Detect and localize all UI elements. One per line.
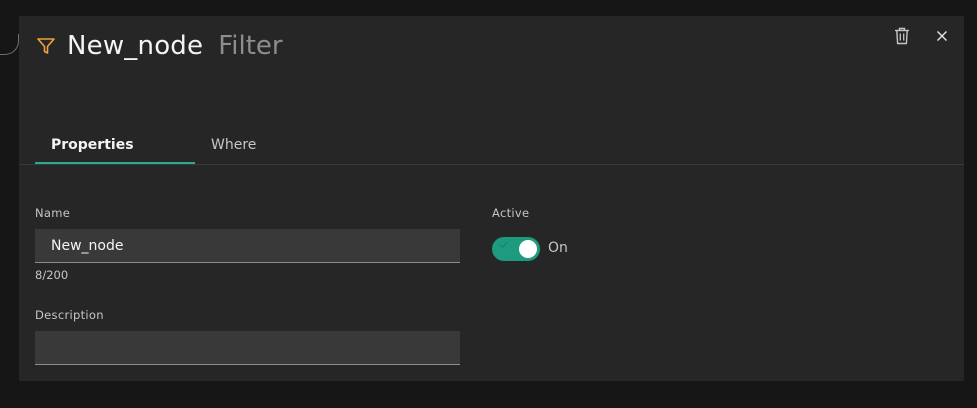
header-actions [892,26,952,46]
description-input[interactable] [35,331,460,365]
description-label: Description [35,308,104,322]
node-title: New_node [67,31,204,61]
active-toggle[interactable] [492,237,540,261]
node-properties-panel: New_node Filter Properties Where Name 8/… [19,16,964,381]
canvas-connector-line [0,34,19,55]
toggle-knob [519,240,537,258]
active-label: Active [492,206,530,220]
close-icon [936,30,948,42]
filter-icon [35,35,57,57]
name-input[interactable] [35,229,460,263]
node-type-subtitle: Filter [218,31,283,61]
trash-icon [895,27,909,45]
tab-properties[interactable]: Properties [35,128,195,164]
delete-button[interactable] [892,26,912,46]
active-toggle-state: On [548,240,568,256]
name-label: Name [35,206,71,220]
close-button[interactable] [932,26,952,46]
tab-where[interactable]: Where [211,128,331,164]
name-char-counter: 8/200 [35,268,69,282]
checkmark-icon [499,240,508,248]
tab-list: Properties Where [19,128,964,165]
panel-header: New_node Filter [35,28,283,64]
